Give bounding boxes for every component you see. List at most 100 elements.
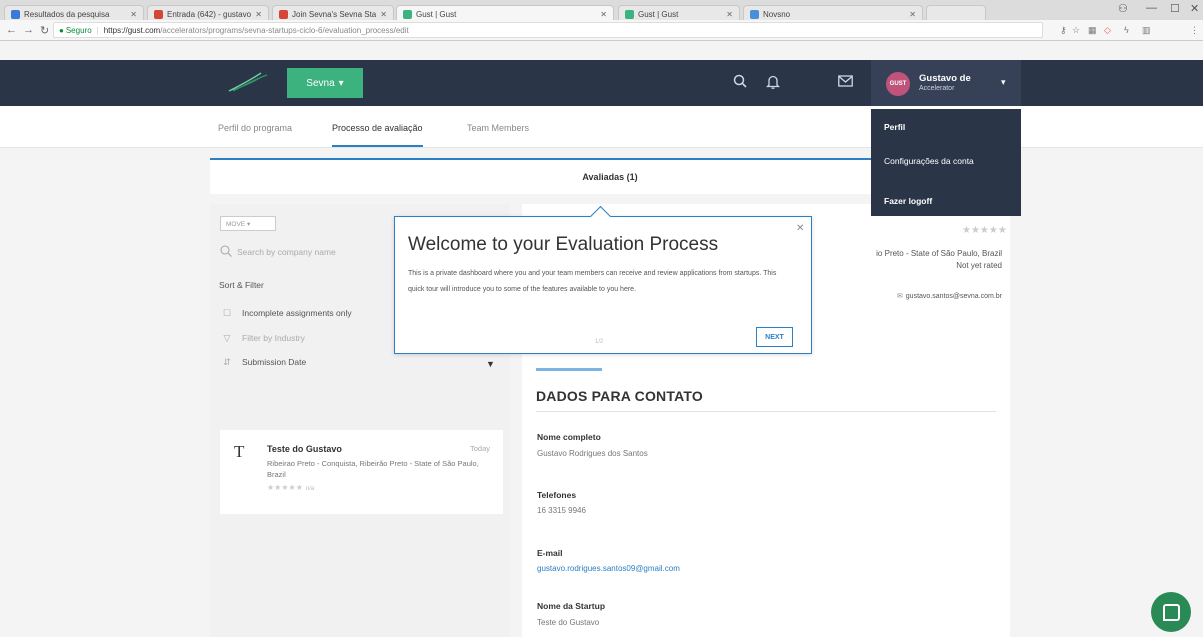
sort-submission-label: Submission Date (242, 357, 307, 367)
envelope-icon: ✉ (896, 293, 903, 300)
menu-dots-icon[interactable]: ⋮ (1190, 25, 1199, 36)
close-icon[interactable]: ✕ (796, 223, 804, 234)
detail-rating-status: Not yet rated (956, 261, 1002, 270)
bookmark-star-icon[interactable]: ☆ (1072, 25, 1080, 36)
checkbox-icon[interactable]: ☐ (220, 308, 234, 319)
profile-icon[interactable]: ⚇ (1118, 2, 1128, 15)
avatar: GUST (886, 72, 910, 96)
company-name: Teste do Gustavo (267, 444, 342, 454)
key-icon[interactable]: ⚷ (1060, 25, 1067, 36)
gust-logo-icon (228, 72, 271, 92)
user-menu-button[interactable]: GUST Gustavo de Accelerator ▾ (871, 60, 1021, 106)
filter-incomplete-assignments[interactable]: ☐ Incomplete assignments only (220, 305, 352, 321)
app-header: Sevna ▾ GUST Gustavo de Accelerator ▾ (0, 60, 1203, 106)
user-dropdown-menu: Perfil Configurações da conta Fazer logo… (871, 109, 1021, 216)
next-button[interactable]: NEXT (756, 327, 793, 347)
user-role: Accelerator (919, 85, 955, 92)
section-title: DADOS PARA CONTATO (536, 388, 703, 404)
divider (536, 411, 996, 412)
menu-item-perfil[interactable]: Perfil (884, 122, 905, 132)
forward-icon[interactable]: → (23, 24, 34, 36)
detail-location-text: io Preto - State of São Paulo, Brazil (876, 249, 1002, 258)
tooltip-body: This is a private dashboard where you an… (408, 270, 777, 293)
tooltip-title: Welcome to your Evaluation Process (408, 234, 719, 255)
lock-icon: ● (59, 25, 64, 35)
back-icon[interactable]: ← (6, 24, 17, 36)
menu-item-logout[interactable]: Fazer logoff (884, 196, 932, 206)
chat-bubble-icon (1162, 603, 1180, 621)
stars-glyphs: ★★★★★ (267, 483, 303, 492)
search-icon (220, 244, 232, 260)
gust-logo[interactable] (227, 71, 273, 96)
submission-date: Today (470, 444, 491, 453)
tab-team-members[interactable]: Team Members (467, 123, 529, 145)
rating-note: n/a (305, 486, 315, 492)
tab-program-profile[interactable]: Perfil do programa (218, 123, 292, 145)
url-path: /accelerators/programs/sevna-startups-ci… (160, 25, 409, 35)
close-window-icon[interactable]: ✕ (1190, 2, 1199, 15)
program-selector-label: Sevna (306, 77, 335, 89)
field-label-full-name: Nome completo (537, 432, 601, 442)
funnel-icon: ▽ (223, 332, 231, 343)
gmail-icon (154, 9, 163, 19)
chat-widget-button[interactable] (1151, 592, 1191, 632)
company-letter-avatar: T (234, 442, 245, 461)
gmail-icon (279, 9, 288, 19)
filter-incomplete-label: Incomplete assignments only (242, 308, 352, 318)
gust-favicon-icon (403, 9, 412, 19)
extension-icon[interactable]: ◇ (1104, 25, 1111, 36)
company-location: Ribeirao Preto - Conquista, Ribeirão Pre… (267, 459, 479, 479)
maximize-icon[interactable]: ☐ (1170, 2, 1180, 15)
application-card[interactable]: T Teste do Gustavo Today Ribeirao Preto … (220, 430, 503, 514)
extension-icon[interactable]: ϟ (1124, 25, 1129, 35)
tab-close-icon[interactable]: ✕ (380, 10, 387, 19)
tab-close-icon[interactable]: ✕ (909, 10, 916, 19)
sort-icon: ⇵ (223, 356, 231, 367)
field-value-email-link[interactable]: gustavo.rodrigues.santos09@gmail.com (537, 564, 680, 573)
address-bar: ← → ↻ ● Seguro | https://gust.com /accel… (0, 20, 1203, 41)
extension-icon[interactable]: ▦ (1088, 25, 1097, 36)
tab-evaluation-process[interactable]: Processo de avaliação (332, 123, 423, 147)
tab-close-icon[interactable]: ✕ (255, 10, 262, 19)
field-label-startup-name: Nome da Startup (537, 601, 606, 611)
tour-tooltip: ✕ Welcome to your Evaluation Process Thi… (394, 216, 812, 354)
rating-stars[interactable]: ★★★★★ (962, 225, 1007, 236)
rating-stars: ★★★★★ n/a (267, 483, 314, 492)
field-value-startup-name: Teste do Gustavo (537, 618, 600, 627)
evaluated-label: Avaliadas (1) (582, 172, 638, 182)
tab-close-icon[interactable]: ✕ (726, 10, 733, 19)
sort-submission-date[interactable]: ⇵ Submission Date (220, 354, 306, 370)
extension-icon[interactable]: ▥ (1142, 25, 1151, 36)
sort-filter-label: Sort & Filter (219, 280, 264, 290)
chevron-down-icon[interactable]: ▼ (486, 359, 495, 369)
sub-navigation: Perfil do programa Processo de avaliação… (0, 106, 1203, 148)
chevron-down-icon: ▾ (338, 77, 344, 89)
user-name: Gustavo de (919, 73, 971, 84)
field-label-phones: Telefones (537, 490, 577, 500)
mail-icon[interactable] (838, 74, 853, 91)
url-host: https://gust.com (103, 25, 161, 35)
chevron-down-icon: ▾ (1001, 77, 1006, 87)
field-label-email: E-mail (537, 548, 563, 558)
secure-label: Seguro (65, 25, 92, 35)
move-button[interactable]: MOVE ▾ (220, 216, 276, 231)
field-value-phones: 16 3315 9946 (537, 506, 586, 515)
tab-close-icon[interactable]: ✕ (600, 10, 607, 19)
field-value-full-name: Gustavo Rodrigues dos Santos (537, 449, 648, 458)
detail-email[interactable]: ✉ gustavo.santos@sevna.com.br (832, 292, 1002, 300)
tab-favicon-icon (750, 9, 759, 19)
search-placeholder: Search by company name (237, 247, 336, 257)
gust-favicon-icon (625, 9, 634, 19)
url-input[interactable]: ● Seguro | https://gust.com /accelerator… (53, 22, 1043, 38)
search-icon[interactable] (733, 74, 747, 92)
tooltip-step-indicator: 1/2 (595, 339, 604, 345)
tab-favicon-icon (11, 9, 20, 19)
minimize-icon[interactable]: — (1146, 2, 1157, 14)
menu-item-account-settings[interactable]: Configurações da conta (884, 156, 974, 166)
filter-industry[interactable]: ▽ Filter by Industry (220, 330, 305, 346)
reload-icon[interactable]: ↻ (40, 24, 49, 37)
browser-tabbar: Resultados da pesquisa ✕ Entrada (642) - … (0, 0, 1203, 22)
bell-icon[interactable] (765, 74, 781, 93)
tab-close-icon[interactable]: ✕ (130, 10, 137, 19)
program-selector-button[interactable]: Sevna ▾ (287, 68, 363, 98)
